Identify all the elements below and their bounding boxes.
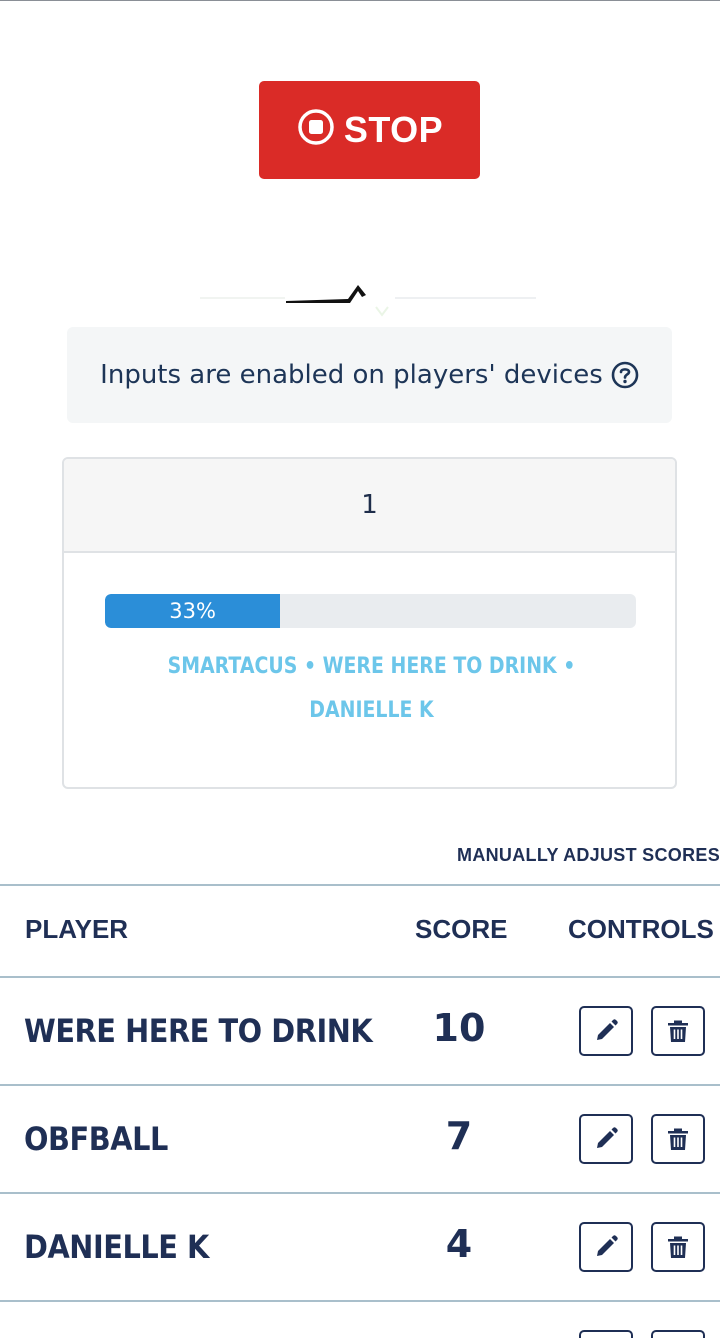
squiggle-decoration <box>200 285 536 317</box>
table-row: OBFBALL 7 <box>0 1086 720 1194</box>
answer-progress-bar: 33% <box>105 594 636 628</box>
table-header: PLAYER SCORE CONTROLS <box>0 886 720 978</box>
manually-adjust-scores-link[interactable]: MANUALLY ADJUST SCORES <box>457 845 720 866</box>
delete-player-button[interactable] <box>651 1006 705 1056</box>
pencil-icon <box>597 1019 618 1040</box>
pencil-icon <box>597 1127 618 1148</box>
column-header-score: SCORE <box>415 914 508 944</box>
progress-fill: 33% <box>105 594 281 628</box>
progress-label: 33% <box>169 599 216 623</box>
inputs-enabled-banner: Inputs are enabled on players' devices <box>67 327 672 423</box>
player-name: DANIELLE K <box>24 1228 209 1266</box>
question-number: 1 <box>64 459 675 553</box>
player-score: 4 <box>445 1222 473 1266</box>
stop-circle-icon <box>296 107 336 147</box>
player-name: OBFBALL <box>24 1120 168 1158</box>
question-circle-icon[interactable] <box>611 361 639 389</box>
table-row: WERE HERE TO DRINK 10 <box>0 978 720 1086</box>
delete-player-button[interactable] <box>651 1330 705 1338</box>
column-header-controls: CONTROLS <box>568 914 714 944</box>
question-card: 1 33% SMARTACUS • WERE HERE TO DRINK • D… <box>62 457 677 789</box>
edit-score-button[interactable] <box>579 1114 633 1164</box>
trash-icon <box>668 1236 688 1258</box>
player-score: 10 <box>432 1006 486 1050</box>
trash-icon <box>668 1020 688 1042</box>
edit-score-button[interactable] <box>579 1222 633 1272</box>
player-score: 7 <box>445 1114 473 1158</box>
delete-player-button[interactable] <box>651 1114 705 1164</box>
scores-table: PLAYER SCORE CONTROLS WERE HERE TO DRINK… <box>0 884 720 1338</box>
banner-text: Inputs are enabled on players' devices <box>100 360 603 390</box>
player-name: WERE HERE TO DRINK <box>24 1012 373 1050</box>
pencil-icon <box>597 1235 618 1256</box>
stop-label: STOP <box>343 109 444 150</box>
column-header-player: PLAYER <box>25 914 129 944</box>
table-row <box>0 1302 720 1338</box>
table-row: DANIELLE K 4 <box>0 1194 720 1302</box>
trash-icon <box>668 1128 688 1150</box>
edit-score-button[interactable] <box>579 1006 633 1056</box>
stop-button[interactable]: STOP <box>259 81 480 179</box>
delete-player-button[interactable] <box>651 1222 705 1272</box>
answered-players-list: SMARTACUS • WERE HERE TO DRINK • DANIELL… <box>167 654 576 723</box>
edit-score-button[interactable] <box>579 1330 633 1338</box>
